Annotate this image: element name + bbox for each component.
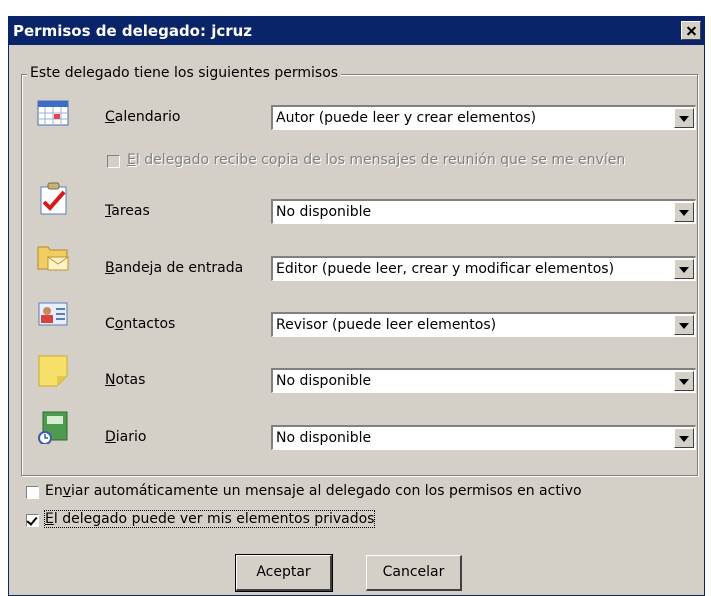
notes-permission-value: No disponible: [276, 373, 372, 389]
journal-label: Diario: [105, 429, 147, 445]
calendar-label: Calendario: [105, 109, 181, 125]
tasks-icon: [40, 182, 67, 215]
tasks-label: Tareas: [105, 203, 150, 219]
chevron-down-icon[interactable]: [674, 259, 694, 279]
window-title: Permisos de delegado: jcruz: [13, 22, 253, 40]
auto-message-checkbox[interactable]: [26, 486, 39, 499]
contacts-icon: [38, 302, 68, 326]
journal-permission-value: No disponible: [276, 430, 372, 446]
delegate-permissions-dialog: Permisos de delegado: jcruz Este delegad…: [8, 16, 705, 596]
tasks-permission-select[interactable]: No disponible: [271, 199, 696, 224]
meeting-copy-checkbox[interactable]: [107, 155, 120, 168]
permissions-group-legend: Este delegado tiene los siguientes permi…: [27, 65, 342, 81]
notes-label: Notas: [105, 372, 146, 388]
chevron-down-icon[interactable]: [674, 202, 694, 222]
notes-icon: [38, 355, 68, 387]
calendar-icon: [37, 100, 69, 126]
chevron-down-icon[interactable]: [674, 315, 694, 335]
close-button[interactable]: [681, 21, 701, 40]
calendar-permission-select[interactable]: Autor (puede leer y crear elementos): [271, 105, 696, 130]
cancel-button[interactable]: Cancelar: [366, 555, 462, 591]
title-bar[interactable]: Permisos de delegado: jcruz: [9, 17, 704, 45]
notes-permission-select[interactable]: No disponible: [271, 368, 696, 393]
tasks-permission-value: No disponible: [276, 204, 372, 220]
meeting-copy-label: El delegado recibe copia de los mensajes…: [127, 152, 626, 168]
contacts-permission-value: Revisor (puede leer elementos): [276, 317, 497, 333]
chevron-down-icon[interactable]: [674, 108, 694, 128]
auto-message-label: Enviar automáticamente un mensaje al del…: [45, 483, 582, 499]
inbox-permission-value: Editor (puede leer, crear y modificar el…: [276, 261, 615, 277]
inbox-permission-select[interactable]: Editor (puede leer, crear y modificar el…: [271, 256, 696, 281]
private-items-label: El delegado puede ver mis elementos priv…: [43, 510, 376, 528]
chevron-down-icon[interactable]: [674, 428, 694, 448]
contacts-permission-select[interactable]: Revisor (puede leer elementos): [271, 312, 696, 337]
inbox-icon: [37, 246, 69, 271]
inbox-label: Bandeja de entrada: [105, 260, 244, 276]
journal-icon: [38, 411, 68, 444]
chevron-down-icon[interactable]: [674, 371, 694, 391]
journal-permission-select[interactable]: No disponible: [271, 425, 696, 450]
contacts-label: Contactos: [105, 316, 176, 332]
calendar-permission-value: Autor (puede leer y crear elementos): [276, 110, 537, 126]
private-items-checkbox[interactable]: [26, 514, 39, 527]
ok-button[interactable]: Aceptar: [235, 554, 333, 592]
